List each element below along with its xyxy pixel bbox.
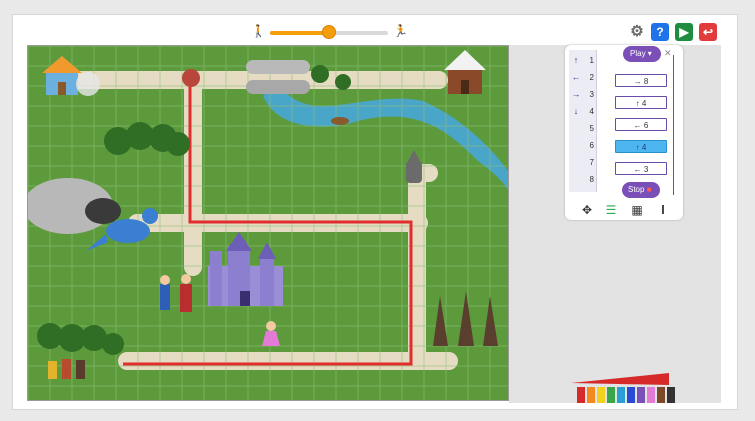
pencil-color	[667, 387, 675, 403]
row-number: 5	[589, 124, 594, 133]
row-number: 7	[589, 158, 594, 167]
tool-bar: ✥ ☰ ▦ 𝐈	[575, 203, 675, 219]
pencil-color	[627, 387, 635, 403]
colored-pencils	[577, 387, 675, 403]
row-number: 1	[589, 56, 594, 65]
side-panel: 1 2 3 4 5 6 7 8 ↑ ← → ↓ Play ▾ ✕ → 8 ↑ 4 ← 6 ↑ 4 ← 3 St…	[509, 45, 721, 403]
pencil-color	[637, 387, 645, 403]
speed-slider-fill	[270, 31, 329, 35]
row-arrow-icon[interactable]: ↑	[571, 55, 581, 65]
command-steps: 4	[641, 99, 647, 108]
close-icon[interactable]: ✕	[664, 48, 672, 59]
row-arrow-icon[interactable]: ←	[571, 72, 581, 82]
pencil-color	[577, 387, 585, 403]
row-number: 3	[589, 90, 594, 99]
pencil-color	[597, 387, 605, 403]
program-panel: 1 2 3 4 5 6 7 8 ↑ ← → ↓ Play ▾ ✕ → 8 ↑ 4 ← 6 ↑ 4 ← 3 St…	[565, 45, 683, 220]
gear-icon[interactable]: ⚙	[628, 23, 646, 41]
speed-slider-handle[interactable]	[322, 25, 336, 39]
play-button-label: Play	[630, 49, 646, 58]
pencil-color	[617, 387, 625, 403]
help-icon[interactable]: ?	[651, 23, 669, 41]
move-tool-icon[interactable]: ✥	[579, 203, 595, 217]
pencil-color	[657, 387, 665, 403]
command-block[interactable]: ↑ 4	[615, 96, 667, 109]
row-number: 4	[589, 107, 594, 116]
command-block[interactable]: ← 6	[615, 118, 667, 131]
pencil-color	[587, 387, 595, 403]
board-map	[28, 46, 508, 400]
command-steps: 4	[641, 143, 647, 152]
exit-icon[interactable]: ↩	[699, 23, 717, 41]
stop-button-label: Stop	[628, 185, 645, 194]
pencil-palette[interactable]	[569, 365, 679, 403]
row-arrow-icon[interactable]: →	[571, 89, 581, 99]
program-tool-icon[interactable]: ☰	[603, 203, 619, 217]
command-arrow-icon: ←	[633, 121, 644, 130]
top-toolbar: 🚶 🏃 ⚙ ? ▶ ↩	[13, 15, 737, 49]
video-icon[interactable]: ▶	[675, 23, 693, 41]
pencil-color	[607, 387, 615, 403]
stop-button[interactable]: Stop ■	[622, 182, 660, 198]
command-arrow-icon: →	[633, 77, 644, 86]
program-wire	[673, 55, 674, 195]
row-number: 6	[589, 141, 594, 150]
play-button[interactable]: Play ▾	[623, 46, 661, 62]
pencil-color	[647, 387, 655, 403]
row-number: 2	[589, 73, 594, 82]
signpost	[182, 69, 200, 87]
command-block[interactable]: ← 3	[615, 162, 667, 175]
command-steps: 6	[643, 121, 649, 130]
pencil-size-wedge	[571, 373, 669, 385]
grid-tool-icon[interactable]: ▦	[629, 203, 645, 217]
walk-icon: 🚶	[251, 24, 266, 38]
app-frame: 🚶 🏃 ⚙ ? ▶ ↩ 1 2 3 4 5 6 7 8 ↑ ← → ↓ Play…	[12, 14, 738, 410]
run-icon: 🏃	[393, 24, 408, 38]
command-steps: 3	[643, 165, 649, 174]
row-number: 8	[589, 175, 594, 184]
text-tool-icon[interactable]: 𝐈	[655, 203, 671, 217]
row-number-bar: 1 2 3 4 5 6 7 8 ↑ ← → ↓	[569, 50, 597, 192]
command-steps: 8	[643, 77, 649, 86]
path-bottom	[118, 352, 458, 370]
row-arrow-icon[interactable]: ↓	[571, 106, 581, 116]
command-arrow-icon: ←	[633, 165, 644, 174]
command-block[interactable]: ↑ 4	[615, 140, 667, 153]
game-board[interactable]	[27, 45, 509, 401]
command-block[interactable]: → 8	[615, 74, 667, 87]
boat	[331, 117, 349, 125]
